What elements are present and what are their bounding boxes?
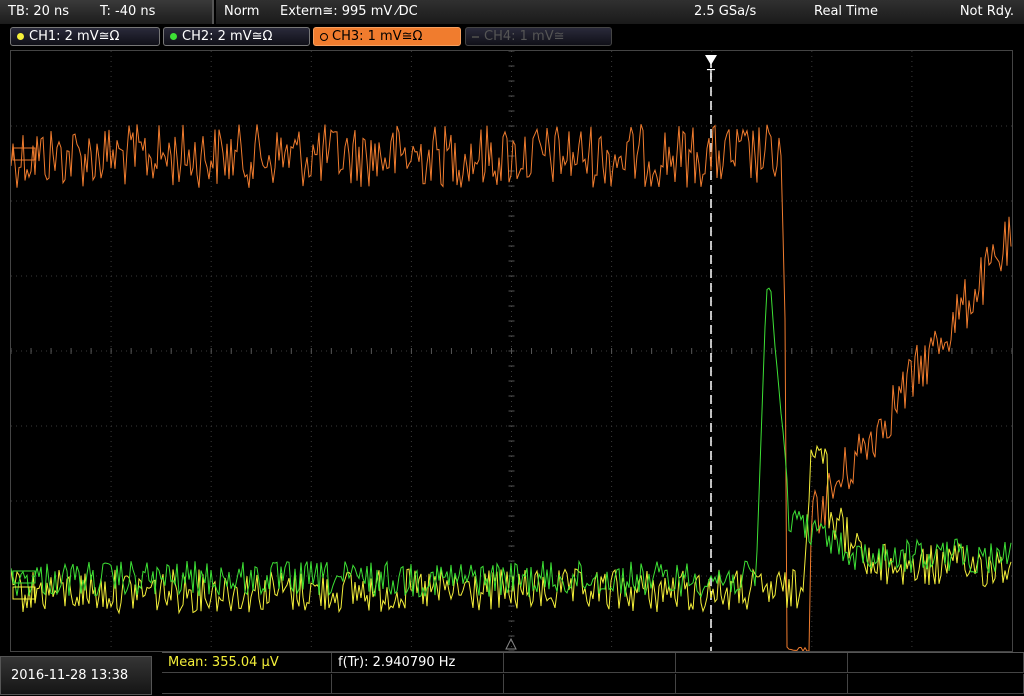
ch1-indicator-icon bbox=[17, 33, 24, 40]
ch2-waveform bbox=[11, 287, 1012, 598]
trigger-arrow-icon[interactable] bbox=[705, 55, 717, 65]
ch4-label: CH4: 1 mV≅ bbox=[484, 29, 565, 44]
ch3-indicator-icon bbox=[320, 33, 328, 41]
datetime-label: 2016-11-28 13:38 bbox=[11, 668, 129, 683]
measurement-slot-8[interactable] bbox=[504, 674, 676, 694]
sample-rate-label: 2.5 GSa/s bbox=[694, 4, 757, 19]
ch3-label: CH3: 1 mV≅Ω bbox=[332, 29, 423, 44]
measurement-slot-6[interactable] bbox=[162, 674, 332, 694]
trigger-marker-label: T bbox=[706, 68, 715, 83]
ch2-indicator-icon bbox=[170, 33, 177, 40]
trigger-source-label: Extern≅: 995 mV ⁄DC bbox=[280, 4, 418, 19]
measurement-slot-5[interactable] bbox=[848, 653, 1024, 673]
measurement-slot-7[interactable] bbox=[332, 674, 504, 694]
mean-measurement-label: Mean: 355.04 µV bbox=[168, 655, 279, 670]
measurement-panel: Mean: 355.04 µV f(Tr): 2.940790 Hz bbox=[162, 652, 1024, 696]
ch4-indicator-icon bbox=[472, 36, 479, 38]
channel-chip-ch1[interactable]: CH1: 2 mV≅Ω bbox=[10, 27, 160, 46]
channel-chip-ch2[interactable]: CH2: 2 mV≅Ω bbox=[163, 27, 310, 46]
date-time-display: 2016-11-28 13:38 bbox=[0, 656, 152, 695]
horizontal-position-marker-icon[interactable] bbox=[505, 637, 517, 650]
measurement-slot-10[interactable] bbox=[848, 674, 1024, 694]
channel-bar: CH1: 2 mV≅Ω CH2: 2 mV≅Ω CH3: 1 mV≅Ω CH4:… bbox=[0, 26, 1024, 48]
ch1-label: CH1: 2 mV≅Ω bbox=[29, 29, 120, 44]
channel-chip-ch3[interactable]: CH3: 1 mV≅Ω bbox=[313, 27, 461, 46]
waveform-display[interactable]: T bbox=[10, 50, 1013, 652]
acq-mode-label: Norm bbox=[224, 4, 260, 19]
timebase-label: TB: 20 ns bbox=[8, 4, 70, 19]
acquisition-panel[interactable]: Norm Extern≅: 995 mV ⁄DC 2.5 GSa/s Real … bbox=[216, 0, 1024, 24]
measurement-slot-9[interactable] bbox=[676, 674, 848, 694]
frequency-measurement-label: f(Tr): 2.940790 Hz bbox=[338, 655, 456, 670]
mean-measurement[interactable]: Mean: 355.04 µV bbox=[162, 653, 332, 673]
status-label: Not Rdy. bbox=[959, 4, 1014, 19]
ch2-label: CH2: 2 mV≅Ω bbox=[182, 29, 273, 44]
frequency-measurement[interactable]: f(Tr): 2.940790 Hz bbox=[332, 653, 504, 673]
waveform-canvas: T bbox=[11, 51, 1012, 651]
measurement-slot-3[interactable] bbox=[504, 653, 676, 673]
rt-mode-label: Real Time bbox=[814, 4, 878, 19]
measurement-slot-4[interactable] bbox=[676, 653, 848, 673]
trigger-offset-label: T: -40 ns bbox=[100, 4, 156, 19]
timebase-panel[interactable]: TB: 20 ns T: -40 ns bbox=[0, 0, 214, 24]
channel-chip-ch4[interactable]: CH4: 1 mV≅ bbox=[465, 27, 612, 46]
